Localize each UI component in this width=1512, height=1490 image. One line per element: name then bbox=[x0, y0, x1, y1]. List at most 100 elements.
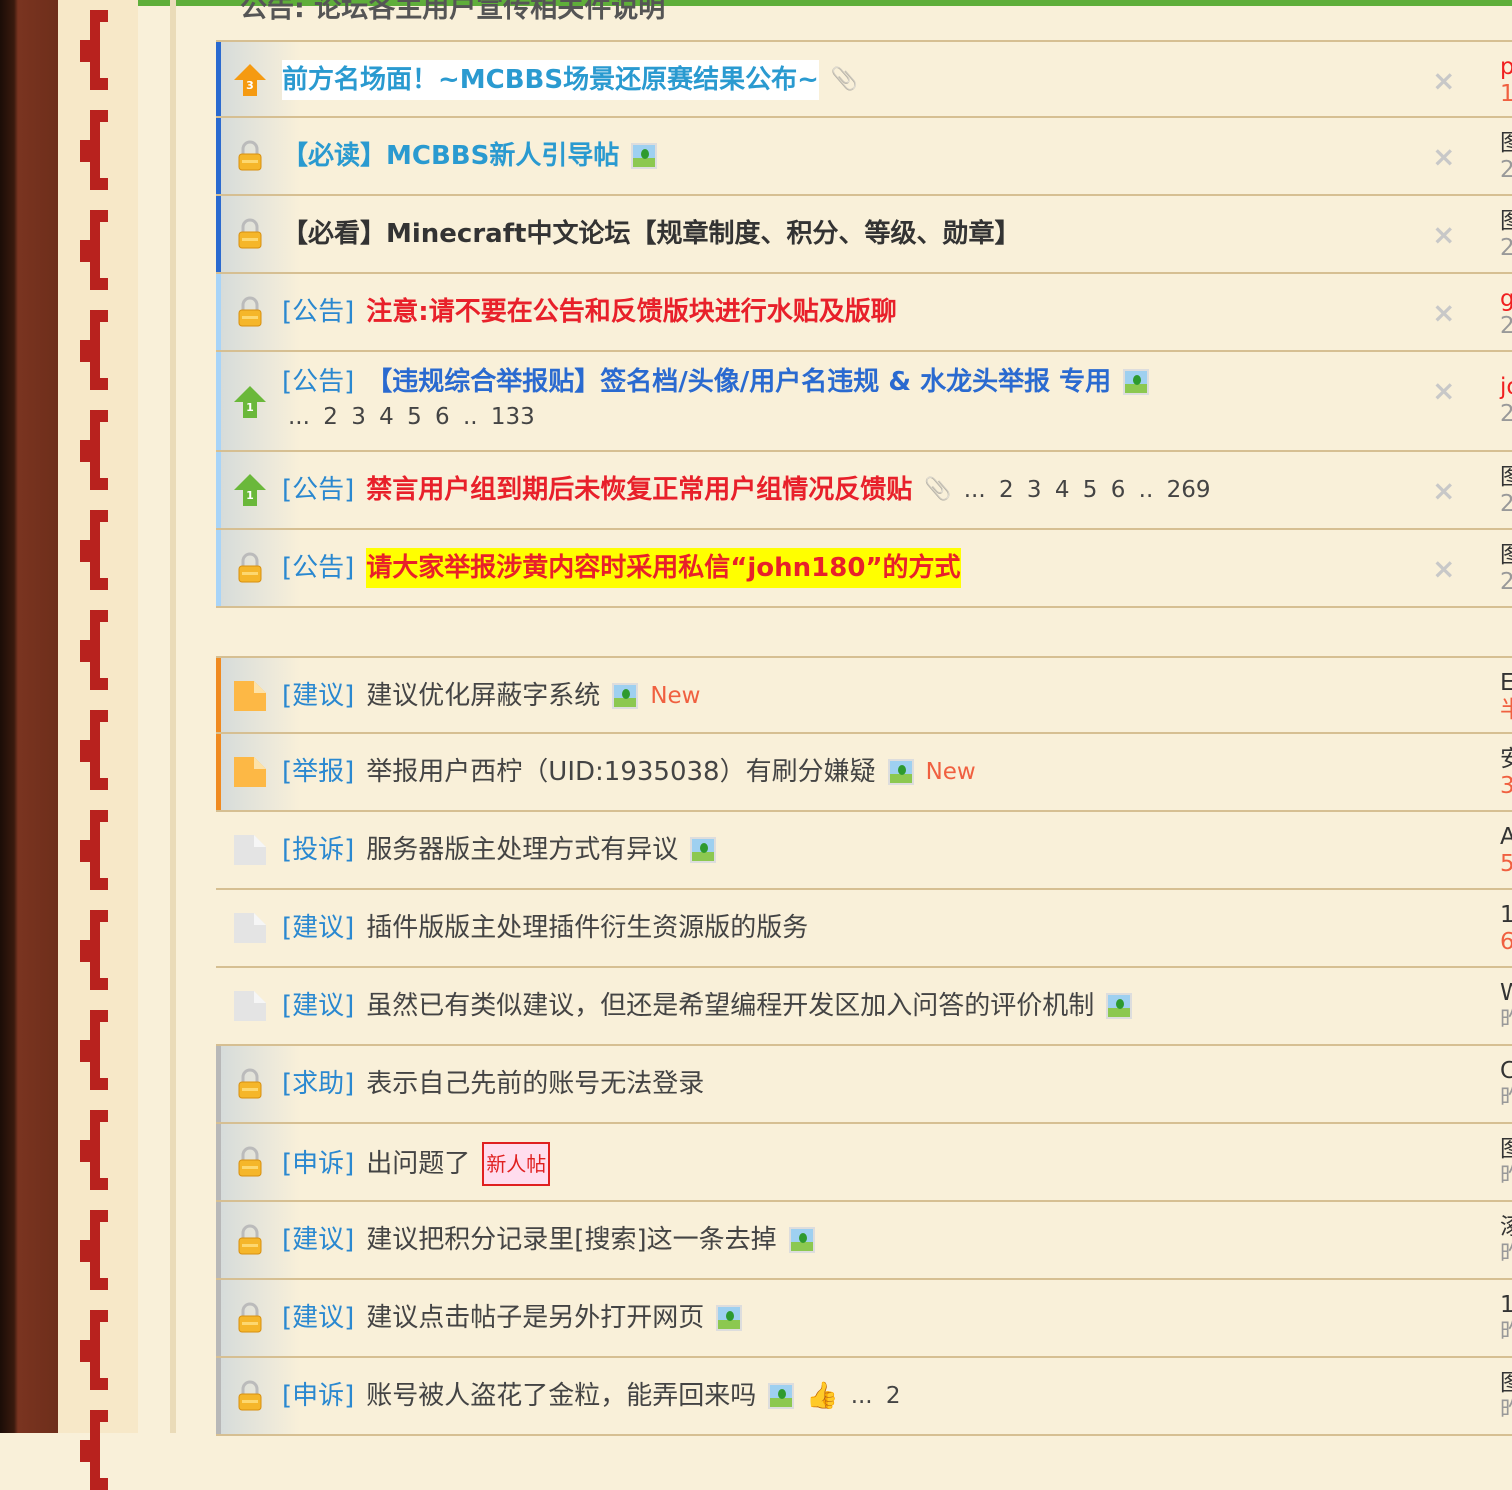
close-icon[interactable]: × bbox=[1432, 140, 1455, 173]
thread-line: [建议] 建议点击帖子是另外打开网页 bbox=[282, 1298, 743, 1338]
last-post-info: g2 bbox=[1500, 286, 1512, 340]
thread-line: [建议] 插件版版主处理插件衍生资源版的版务 bbox=[282, 908, 808, 948]
last-post-info: jo2 bbox=[1500, 374, 1512, 428]
last-post-info: 涿昨 bbox=[1500, 1214, 1512, 1268]
page-links[interactable]: ... 2 bbox=[851, 1376, 901, 1416]
thread-title[interactable]: 服务器版主处理方式有异议 bbox=[366, 830, 678, 870]
last-post-author[interactable]: p bbox=[1500, 54, 1512, 81]
last-post-author[interactable]: 图 bbox=[1500, 130, 1512, 157]
thread-category[interactable]: [公告] bbox=[282, 292, 354, 332]
top-green-bar bbox=[0, 0, 1512, 6]
bracket-decoration bbox=[80, 10, 108, 90]
decorative-bracket-column bbox=[58, 0, 138, 1490]
thread-category[interactable]: [求助] bbox=[282, 1064, 354, 1104]
last-post-date: 1 bbox=[1500, 81, 1512, 107]
thread-row[interactable]: [申诉] 出问题了 新人帖 图昨 bbox=[216, 1124, 1512, 1202]
close-icon[interactable]: × bbox=[1432, 374, 1455, 407]
thread-line: 【必看】Minecraft中文论坛【规章制度、积分、等级、勋章】 bbox=[282, 214, 1020, 254]
close-icon[interactable]: × bbox=[1432, 218, 1455, 251]
page-links[interactable]: ... 2 3 4 5 6 .. 133 bbox=[288, 404, 535, 430]
thread-line: [公告] 【违规综合举报贴】签名档/头像/用户名违规 & 水龙头举报 专用 bbox=[282, 362, 1150, 402]
thread-title[interactable]: 【必看】Minecraft中文论坛【规章制度、积分、等级、勋章】 bbox=[282, 214, 1020, 254]
close-icon[interactable]: × bbox=[1432, 296, 1455, 329]
bracket-decoration bbox=[80, 410, 108, 490]
thread-title[interactable]: 举报用户西柠（UID:1935038）有刷分嫌疑 bbox=[366, 752, 875, 792]
partial-thread-title[interactable]: 公告: 论坛各主用户宣传相关件说明 bbox=[240, 0, 665, 25]
last-post-author[interactable]: 图 bbox=[1500, 542, 1512, 569]
last-post-date: 2 bbox=[1500, 235, 1512, 261]
thread-row[interactable]: [建议] 虽然已有类似建议，但还是希望编程开发区加入问答的评价机制 W 昨 bbox=[216, 968, 1512, 1046]
thread-category[interactable]: [建议] bbox=[282, 676, 354, 716]
thread-row[interactable]: 1 [公告] 【违规综合举报贴】签名档/头像/用户名违规 & 水龙头举报 专用...… bbox=[216, 352, 1512, 452]
thread-row[interactable]: [申诉] 账号被人盗花了金粒，能弄回来吗 👍 ... 2 图昨 bbox=[216, 1358, 1512, 1436]
thread-row[interactable]: 【必看】Minecraft中文论坛【规章制度、积分、等级、勋章】 × 图 2 bbox=[216, 196, 1512, 274]
last-post-author[interactable]: 图 bbox=[1500, 1136, 1512, 1163]
last-post-author[interactable]: C bbox=[1500, 1058, 1512, 1085]
thread-title[interactable]: 【必读】MCBBS新人引导帖 bbox=[282, 136, 619, 176]
lock-icon bbox=[232, 294, 268, 330]
thread-category[interactable]: [申诉] bbox=[282, 1144, 354, 1184]
thread-row[interactable]: [投诉] 服务器版主处理方式有异议 A 5 bbox=[216, 812, 1512, 890]
thread-row[interactable]: [公告] 请大家举报涉黄内容时采用私信“john180”的方式 × 图 2 bbox=[216, 530, 1512, 608]
last-post-author[interactable]: 安 bbox=[1500, 746, 1512, 773]
close-icon[interactable]: × bbox=[1432, 474, 1455, 507]
thread-row[interactable]: [建议] 建议优化屏蔽字系统 New E 半 bbox=[216, 656, 1512, 734]
thread-category[interactable]: [建议] bbox=[282, 1220, 354, 1260]
left-wood-border bbox=[0, 0, 58, 1433]
last-post-date: 5 bbox=[1500, 851, 1512, 877]
last-post-date: 2 bbox=[1500, 401, 1512, 427]
last-post-author[interactable]: W bbox=[1500, 980, 1512, 1007]
page-links[interactable]: ... 2 3 4 5 6 .. 269 bbox=[964, 470, 1211, 510]
last-post-author[interactable]: 图 bbox=[1500, 1370, 1512, 1397]
thread-title[interactable]: 虽然已有类似建议，但还是希望编程开发区加入问答的评价机制 bbox=[366, 986, 1094, 1026]
thread-title[interactable]: 出问题了 bbox=[366, 1144, 470, 1184]
thread-category[interactable]: [举报] bbox=[282, 752, 354, 792]
last-post-author[interactable]: jo bbox=[1500, 374, 1512, 401]
last-post-author[interactable]: 图 bbox=[1500, 464, 1512, 491]
thread-title[interactable]: 注意:请不要在公告和反馈版块进行水贴及版聊 bbox=[366, 292, 896, 332]
folder-new-icon bbox=[232, 754, 268, 790]
thread-line: [建议] 建议优化屏蔽字系统 New bbox=[282, 676, 700, 716]
thread-category[interactable]: [公告] bbox=[282, 548, 354, 588]
thread-category[interactable]: [建议] bbox=[282, 908, 354, 948]
last-post-author[interactable]: A bbox=[1500, 824, 1512, 851]
thread-title[interactable]: 建议点击帖子是另外打开网页 bbox=[366, 1298, 704, 1338]
thread-title[interactable]: 禁言用户组到期后未恢复正常用户组情况反馈贴 bbox=[366, 470, 912, 510]
last-post-author[interactable]: g bbox=[1500, 286, 1512, 313]
close-icon[interactable]: × bbox=[1432, 552, 1455, 585]
thread-row[interactable]: [建议] 插件版版主处理插件衍生资源版的版务 1 6 bbox=[216, 890, 1512, 968]
last-post-author[interactable]: 1 bbox=[1500, 902, 1512, 929]
last-post-author[interactable]: 图 bbox=[1500, 208, 1512, 235]
thread-row[interactable]: [建议] 建议点击帖子是另外打开网页 1 昨 bbox=[216, 1280, 1512, 1358]
thread-row[interactable]: [公告] 注意:请不要在公告和反馈版块进行水贴及版聊 × g 2 bbox=[216, 274, 1512, 352]
thread-title[interactable]: 请大家举报涉黄内容时采用私信“john180”的方式 bbox=[366, 548, 961, 588]
last-post-date: 3 bbox=[1500, 773, 1512, 799]
last-post-author[interactable]: 涿 bbox=[1500, 1214, 1512, 1241]
thread-title[interactable]: 账号被人盗花了金粒，能弄回来吗 bbox=[366, 1376, 756, 1416]
thread-row[interactable]: 1 [公告] 禁言用户组到期后未恢复正常用户组情况反馈贴 📎 ... 2 3 4 5 6… bbox=[216, 452, 1512, 530]
thread-category[interactable]: [公告] bbox=[282, 362, 354, 402]
last-post-author[interactable]: 1 bbox=[1500, 1292, 1512, 1319]
thread-row[interactable]: [求助] 表示自己先前的账号无法登录 C 昨 bbox=[216, 1046, 1512, 1124]
close-icon[interactable]: × bbox=[1432, 64, 1455, 97]
last-post-info: 1昨 bbox=[1500, 1292, 1512, 1346]
thread-title[interactable]: 【违规综合举报贴】签名档/头像/用户名违规 & 水龙头举报 专用 bbox=[366, 362, 1111, 402]
thread-line: [举报] 举报用户西柠（UID:1935038）有刷分嫌疑 New bbox=[282, 752, 976, 792]
last-post-author[interactable]: E bbox=[1500, 670, 1512, 697]
thread-row[interactable]: 3 前方名场面！~MCBBS场景还原赛结果公布~ 📎 × p 1 bbox=[216, 40, 1512, 118]
thread-category[interactable]: [申诉] bbox=[282, 1376, 354, 1416]
thread-title[interactable]: 前方名场面！~MCBBS场景还原赛结果公布~ bbox=[282, 60, 819, 100]
thread-title[interactable]: 表示自己先前的账号无法登录 bbox=[366, 1064, 704, 1104]
thread-category[interactable]: [建议] bbox=[282, 1298, 354, 1338]
thread-category[interactable]: [投诉] bbox=[282, 830, 354, 870]
thread-title[interactable]: 插件版版主处理插件衍生资源版的版务 bbox=[366, 908, 808, 948]
thread-title[interactable]: 建议优化屏蔽字系统 bbox=[366, 676, 600, 716]
thread-row[interactable]: 【必读】MCBBS新人引导帖 × 图 2 bbox=[216, 118, 1512, 196]
thread-title[interactable]: 建议把积分记录里[搜索]这一条去掉 bbox=[366, 1220, 776, 1260]
thread-line: [公告] 禁言用户组到期后未恢复正常用户组情况反馈贴 📎 ... 2 3 4 5 6 … bbox=[282, 470, 1211, 510]
thread-row[interactable]: [举报] 举报用户西柠（UID:1935038）有刷分嫌疑 New 安 3 bbox=[216, 734, 1512, 812]
thread-row[interactable]: [建议] 建议把积分记录里[搜索]这一条去掉 涿昨 bbox=[216, 1202, 1512, 1280]
last-post-date: 昨 bbox=[1500, 1085, 1512, 1111]
thread-category[interactable]: [建议] bbox=[282, 986, 354, 1026]
thread-category[interactable]: [公告] bbox=[282, 470, 354, 510]
